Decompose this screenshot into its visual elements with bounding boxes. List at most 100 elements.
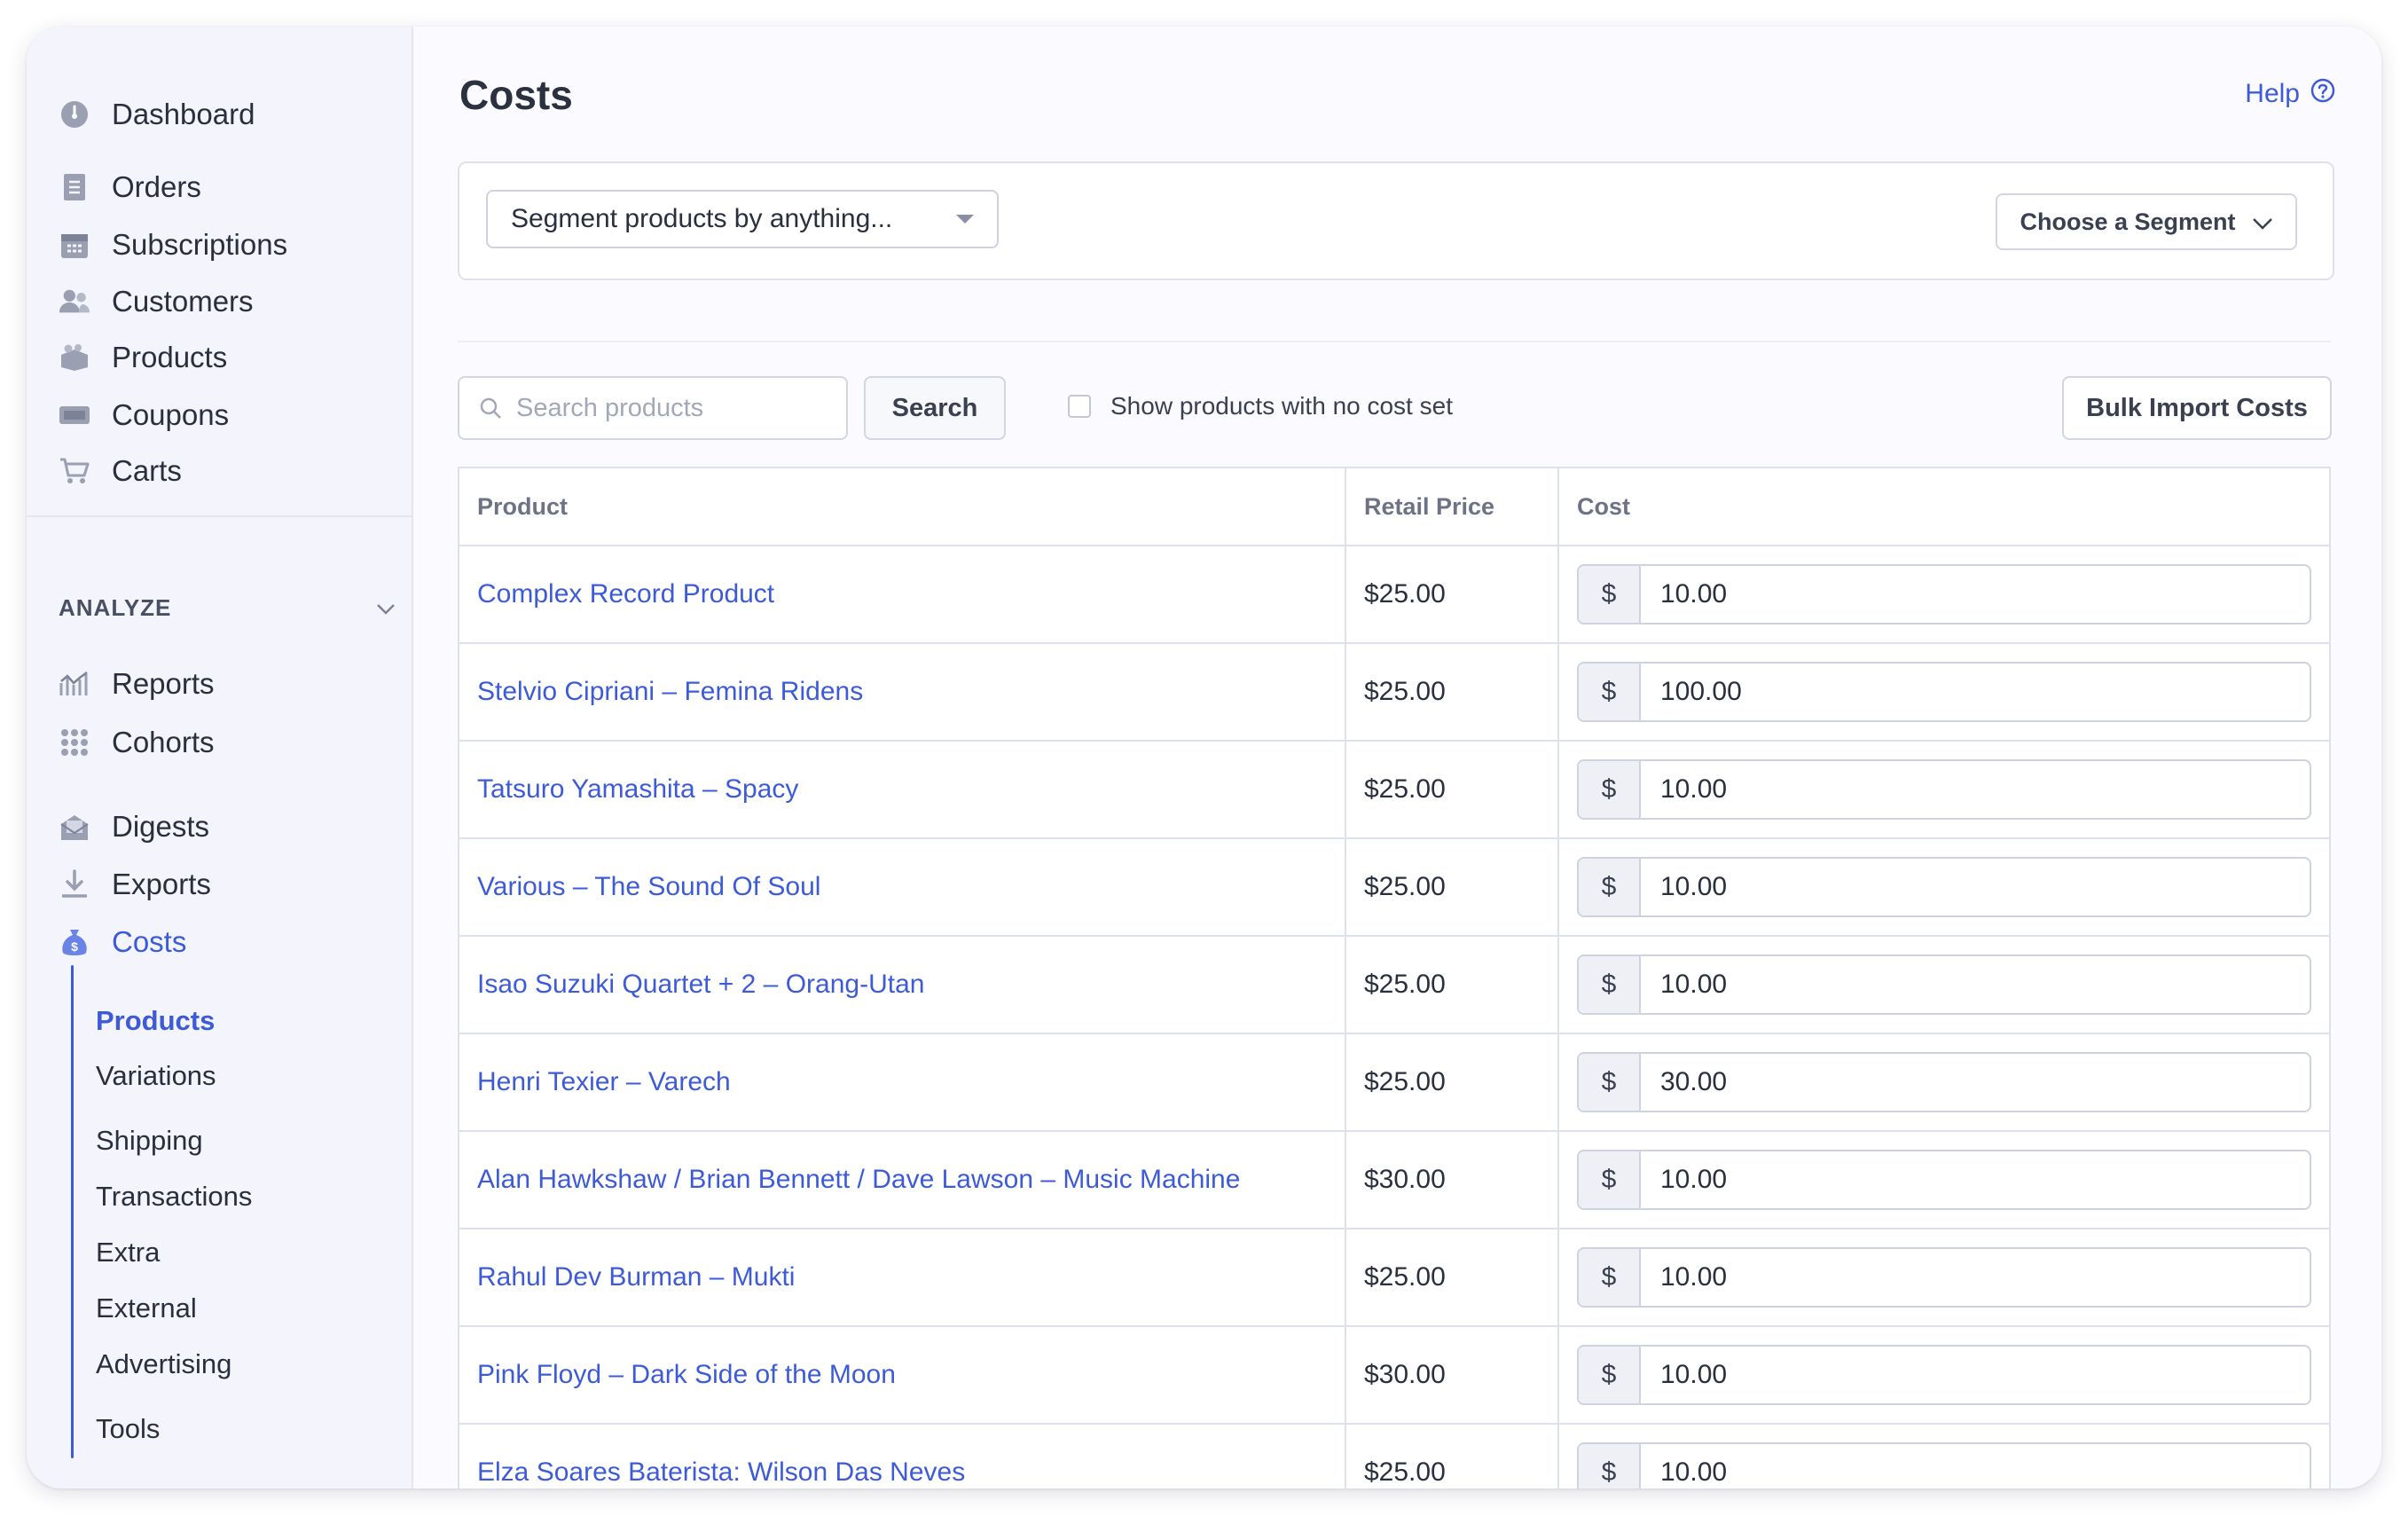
sidebar: Dashboard Orders Subscriptions Customers… [27,27,413,1489]
subnav-item-tools[interactable]: Tools [96,1413,160,1445]
search-field[interactable] [458,376,848,440]
cost-input[interactable] [1641,1444,2310,1489]
sidebar-item-reports[interactable]: Reports [59,667,215,701]
cost-input[interactable] [1641,664,2310,720]
column-header-retail-price: Retail Price [1346,468,1559,545]
column-header-product: Product [459,468,1346,545]
cart-icon [59,455,90,487]
product-link[interactable]: Rahul Dev Burman – Mukti [477,1262,795,1292]
sidebar-item-products[interactable]: Products [59,341,227,374]
cost-input[interactable] [1641,1347,2310,1403]
no-cost-checkbox[interactable] [1068,395,1091,418]
reports-icon [59,668,90,700]
table-row: Henri Texier – Varech $25.00 $ [459,1034,2329,1132]
sidebar-item-subscriptions[interactable]: Subscriptions [59,228,287,262]
product-link[interactable]: Various – The Sound Of Soul [477,872,820,902]
table-header: Product Retail Price Cost [459,468,2329,546]
product-link[interactable]: Tatsuro Yamashita – Spacy [477,774,798,805]
retail-price: $25.00 [1364,1067,1446,1096]
sidebar-item-carts[interactable]: Carts [59,454,182,488]
cost-input[interactable] [1641,1054,2310,1111]
currency-symbol: $ [1579,566,1641,623]
retail-price: $25.00 [1364,677,1446,706]
cost-input[interactable] [1641,761,2310,818]
subnav-item-transactions[interactable]: Transactions [96,1181,252,1213]
choose-segment-button[interactable]: Choose a Segment [1996,193,2297,250]
cost-input-group: $ [1577,1247,2311,1308]
table-row: Rahul Dev Burman – Mukti $25.00 $ [459,1229,2329,1327]
table-row: Complex Record Product $25.00 $ [459,546,2329,644]
subnav-item-variations[interactable]: Variations [96,1060,216,1092]
sidebar-item-coupons[interactable]: Coupons [59,398,229,432]
analyze-section-toggle[interactable]: ANALYZE [59,594,396,622]
calendar-icon [59,229,90,261]
currency-symbol: $ [1579,1249,1641,1306]
table-row: Isao Suzuki Quartet + 2 – Orang-Utan $25… [459,937,2329,1034]
product-link[interactable]: Stelvio Cipriani – Femina Ridens [477,677,863,707]
subnav-item-extra[interactable]: Extra [96,1237,160,1269]
help-link[interactable]: Help [2245,78,2335,110]
subnav-item-advertising[interactable]: Advertising [96,1348,231,1380]
bulk-import-costs-button[interactable]: Bulk Import Costs [2062,376,2332,440]
table-row: Various – The Sound Of Soul $25.00 $ [459,839,2329,937]
cost-input-group: $ [1577,1150,2311,1210]
download-icon [59,868,90,900]
cost-input[interactable] [1641,956,2310,1013]
subnav-item-products[interactable]: Products [96,1005,215,1037]
no-cost-filter[interactable]: Show products with no cost set [1068,392,1453,420]
cost-input[interactable] [1641,1151,2310,1208]
product-link[interactable]: Pink Floyd – Dark Side of the Moon [477,1360,896,1390]
cost-input[interactable] [1641,859,2310,915]
cost-input[interactable] [1641,1249,2310,1306]
column-header-cost: Cost [1577,492,1630,520]
currency-symbol: $ [1579,1151,1641,1208]
currency-symbol: $ [1579,956,1641,1013]
segment-card: Segment products by anything... Choose a… [458,161,2334,280]
segment-select[interactable]: Segment products by anything... [486,190,999,248]
cost-input-group: $ [1577,759,2311,820]
cost-input[interactable] [1641,566,2310,623]
product-link[interactable]: Elza Soares Baterista: Wilson Das Neves [477,1457,965,1488]
table-row: Elza Soares Baterista: Wilson Das Neves … [459,1425,2329,1489]
analyze-heading: ANALYZE [59,594,172,621]
search-button[interactable]: Search [864,376,1006,440]
digests-icon [59,811,90,843]
help-label: Help [2245,79,2300,108]
costs-subnav-indicator [71,965,74,1458]
sidebar-item-label: Costs [112,925,187,958]
sidebar-item-label: Exports [112,868,211,900]
sidebar-item-digests[interactable]: Digests [59,810,209,844]
search-input[interactable] [514,392,837,424]
main-content: Costs Help Segment products by anything.… [413,27,2381,1489]
sidebar-item-label: Coupons [112,398,230,431]
page-title: Costs [459,72,573,118]
table-row: Tatsuro Yamashita – Spacy $25.00 $ [459,742,2329,839]
product-link[interactable]: Alan Hawkshaw / Brian Bennett / Dave Law… [477,1165,1240,1195]
product-link[interactable]: Henri Texier – Varech [477,1067,731,1097]
retail-price: $25.00 [1364,1457,1446,1487]
product-link[interactable]: Complex Record Product [477,579,774,609]
dashboard-icon [59,98,90,130]
sidebar-item-dashboard[interactable]: Dashboard [59,98,255,131]
cost-input-group: $ [1577,1052,2311,1112]
sidebar-item-costs[interactable]: $ Costs [59,925,186,959]
cohorts-icon [59,727,90,758]
app-window: Dashboard Orders Subscriptions Customers… [27,27,2381,1489]
table-body: Complex Record Product $25.00 $ Stelvio … [459,546,2329,1489]
chevron-down-icon [2252,208,2273,236]
cost-input-group: $ [1577,857,2311,917]
sidebar-item-label: Subscriptions [112,228,288,261]
segment-select-label: Segment products by anything... [511,204,893,233]
product-link[interactable]: Isao Suzuki Quartet + 2 – Orang-Utan [477,970,924,1000]
sidebar-item-orders[interactable]: Orders [59,170,201,204]
retail-price: $25.00 [1364,774,1446,804]
sidebar-divider [27,515,412,517]
subnav-item-external[interactable]: External [96,1292,197,1324]
table-row: Stelvio Cipriani – Femina Ridens $25.00 … [459,644,2329,742]
sidebar-item-customers[interactable]: Customers [59,285,254,318]
currency-symbol: $ [1579,1054,1641,1111]
sidebar-item-exports[interactable]: Exports [59,868,211,901]
customers-icon [59,286,90,318]
subnav-item-shipping[interactable]: Shipping [96,1125,203,1157]
sidebar-item-cohorts[interactable]: Cohorts [59,726,215,759]
